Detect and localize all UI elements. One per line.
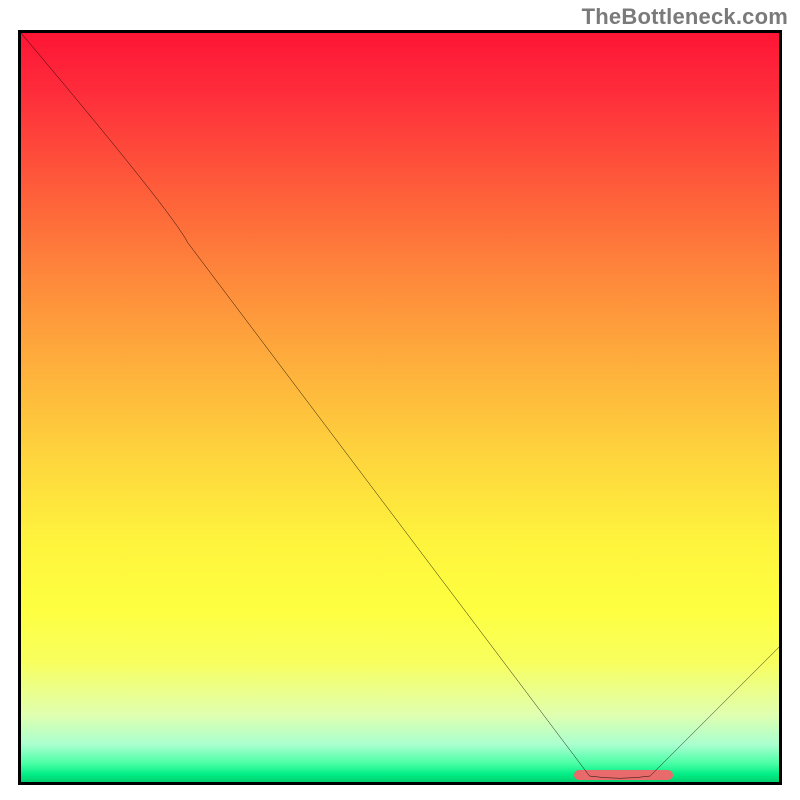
chart-container: TheBottleneck.com [0, 0, 800, 800]
bottleneck-curve [21, 33, 779, 782]
watermark-text: TheBottleneck.com [582, 4, 788, 30]
plot-area [18, 30, 782, 785]
